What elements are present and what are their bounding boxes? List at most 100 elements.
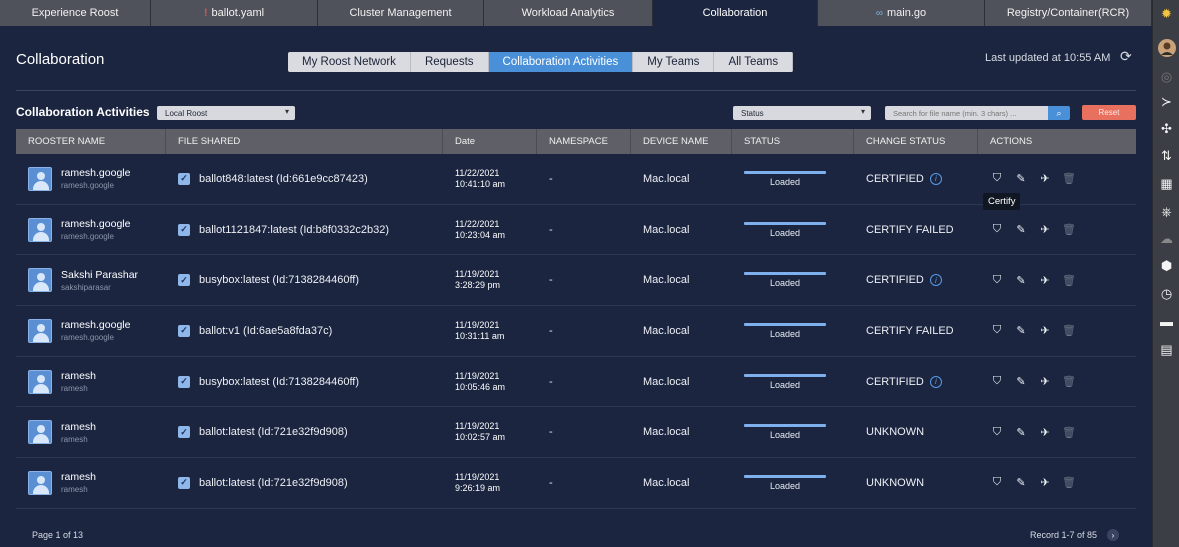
edit-icon[interactable]: ✎ [1014, 324, 1028, 338]
info-icon[interactable]: i [929, 274, 942, 287]
date-value: 11/19/2021 [455, 421, 500, 432]
nav-collaboration-activities[interactable]: Collaboration Activities [488, 52, 634, 72]
column-header-namespace: NAMESPACE [537, 129, 631, 154]
status-progress-bar [744, 424, 826, 428]
folder-icon[interactable]: ▬ [1157, 312, 1176, 331]
avatar-body [33, 332, 49, 342]
status-indicator: Loaded [744, 170, 826, 187]
edit-icon[interactable]: ✎ [1014, 375, 1028, 389]
avatar [28, 470, 52, 495]
user-block: ramesh.google ramesh.google [61, 218, 130, 241]
change-status-text: CERTIFIED [866, 172, 924, 185]
deploy-icon[interactable]: ✈ [1038, 425, 1052, 439]
rooster-name: ramesh.google [61, 319, 131, 332]
certify-shield-icon[interactable]: ⛉ [990, 425, 1004, 439]
apps-grid-icon[interactable]: ▦ [1157, 174, 1176, 193]
trash-icon[interactable]: 🗑 [1062, 273, 1076, 287]
trash-icon[interactable]: 🗑 [1062, 324, 1076, 338]
network-icon[interactable]: ✣ [1157, 119, 1176, 138]
settings-hex-icon[interactable]: ⬢ [1157, 256, 1176, 275]
document-icon[interactable]: ▤ [1157, 340, 1176, 359]
file-shared-cell: ✓ ballot1121847:latest (Id:b8f0332c2b32) [166, 205, 443, 255]
column-header-rooster-name: ROOSTER NAME [16, 129, 166, 154]
tab-cluster-management[interactable]: Cluster Management [318, 0, 484, 26]
certify-shield-icon[interactable]: ⛉ [990, 273, 1004, 287]
rooster-name-cell: ramesh.google ramesh.google [16, 205, 166, 255]
tab-workload-analytics[interactable]: Workload Analytics [484, 0, 653, 26]
info-icon[interactable]: i [929, 375, 942, 388]
file-type-icon: ✓ [178, 324, 190, 337]
sync-icon[interactable]: ⇅ [1157, 146, 1176, 165]
status-filter-select[interactable]: Status ▾ [733, 106, 871, 120]
info-icon[interactable]: i [929, 172, 942, 185]
deploy-icon[interactable]: ✈ [1038, 476, 1052, 490]
next-page-button[interactable]: › [1107, 529, 1119, 541]
column-header-file-shared: FILE SHARED [166, 129, 443, 154]
status-text: Loaded [769, 227, 801, 238]
clock-icon[interactable]: ◷ [1157, 284, 1176, 303]
certify-shield-icon[interactable]: ⛉ [990, 375, 1004, 389]
trash-icon[interactable]: 🗑 [1062, 223, 1076, 237]
nav-all-teams[interactable]: All Teams [714, 52, 794, 72]
nav-my-teams[interactable]: My Teams [633, 52, 715, 72]
nav-requests[interactable]: Requests [411, 52, 489, 72]
cloud-icon[interactable]: ☁ [1157, 229, 1176, 248]
user-avatar-icon[interactable] [1157, 38, 1176, 57]
tab-ballot-yaml[interactable]: ! ballot.yaml [151, 0, 318, 26]
edit-icon[interactable]: ✎ [1014, 425, 1028, 439]
user-block: ramesh ramesh [61, 471, 96, 494]
namespace-cell: - [549, 426, 553, 439]
trash-icon[interactable]: 🗑 [1062, 172, 1076, 186]
scope-select[interactable]: Local Roost ▾ [157, 106, 295, 120]
deploy-icon[interactable]: ✈ [1038, 375, 1052, 389]
status-cell: Loaded [732, 458, 854, 508]
yaml-file-icon: ! [203, 7, 208, 19]
trash-icon[interactable]: 🗑 [1062, 375, 1076, 389]
tab-collaboration[interactable]: Collaboration [653, 0, 818, 26]
search-button[interactable]: ⌕ [1048, 106, 1070, 120]
deploy-icon[interactable]: ✈ [1038, 324, 1052, 338]
change-status-cell: UNKNOWN [854, 458, 978, 508]
chevron-down-icon: ▾ [284, 107, 289, 116]
edit-icon[interactable]: ✎ [1014, 223, 1028, 237]
certify-shield-icon[interactable]: ⛉ [990, 476, 1004, 490]
rooster-name-cell: ramesh ramesh [16, 407, 166, 457]
tab-registry-container-rcr[interactable]: Registry/Container(RCR) [985, 0, 1152, 26]
avatar-body [33, 434, 49, 444]
tab-main-go[interactable]: ∞ main.go [818, 0, 985, 26]
date-value: 11/19/2021 [455, 269, 500, 280]
chevron-down-icon: ▾ [860, 107, 865, 116]
edit-icon[interactable]: ✎ [1014, 476, 1028, 490]
column-header-change-status: CHANGE STATUS [854, 129, 978, 154]
edit-icon[interactable]: ✎ [1014, 273, 1028, 287]
device-name-cell: Mac.local [643, 223, 690, 236]
certify-shield-icon[interactable]: ⛉ [990, 172, 1004, 186]
status-indicator: Loaded [744, 221, 826, 238]
refresh-icon[interactable]: ⟳ [1120, 48, 1136, 64]
rooster-name: ramesh [61, 370, 97, 383]
tab-label: Experience Roost [31, 7, 119, 19]
sun-icon[interactable]: ✹ [1157, 4, 1176, 23]
trash-icon[interactable]: 🗑 [1062, 476, 1076, 490]
deploy-icon[interactable]: ✈ [1038, 273, 1052, 287]
certify-shield-icon[interactable]: ⛉ [990, 223, 1004, 237]
file-type-icon: ✓ [178, 426, 190, 439]
file-search-input[interactable] [885, 106, 1048, 120]
deploy-icon[interactable]: ✈ [1038, 223, 1052, 237]
helm-icon[interactable]: ⎈ [1157, 202, 1176, 221]
trash-icon[interactable]: 🗑 [1062, 425, 1076, 439]
tab-experience-roost[interactable]: Experience Roost [0, 0, 151, 26]
status-text: Loaded [769, 480, 801, 491]
reset-button[interactable]: Reset [1082, 105, 1136, 120]
deploy-icon[interactable]: ✈ [1038, 172, 1052, 186]
file-type-icon: ✓ [178, 223, 190, 236]
edit-icon[interactable]: ✎ [1014, 172, 1028, 186]
rooster-name-cell: ramesh.google ramesh.google [16, 154, 166, 204]
terminal-icon[interactable]: ≻ [1157, 92, 1176, 111]
circle-icon[interactable]: ◎ [1157, 67, 1176, 86]
nav-my-roost-network[interactable]: My Roost Network [288, 52, 411, 72]
status-cell: Loaded [732, 306, 854, 356]
certify-shield-icon[interactable]: ⛉ [990, 324, 1004, 338]
rooster-name-cell: ramesh ramesh [16, 458, 166, 508]
time-value: 10:23:04 am [455, 229, 506, 240]
